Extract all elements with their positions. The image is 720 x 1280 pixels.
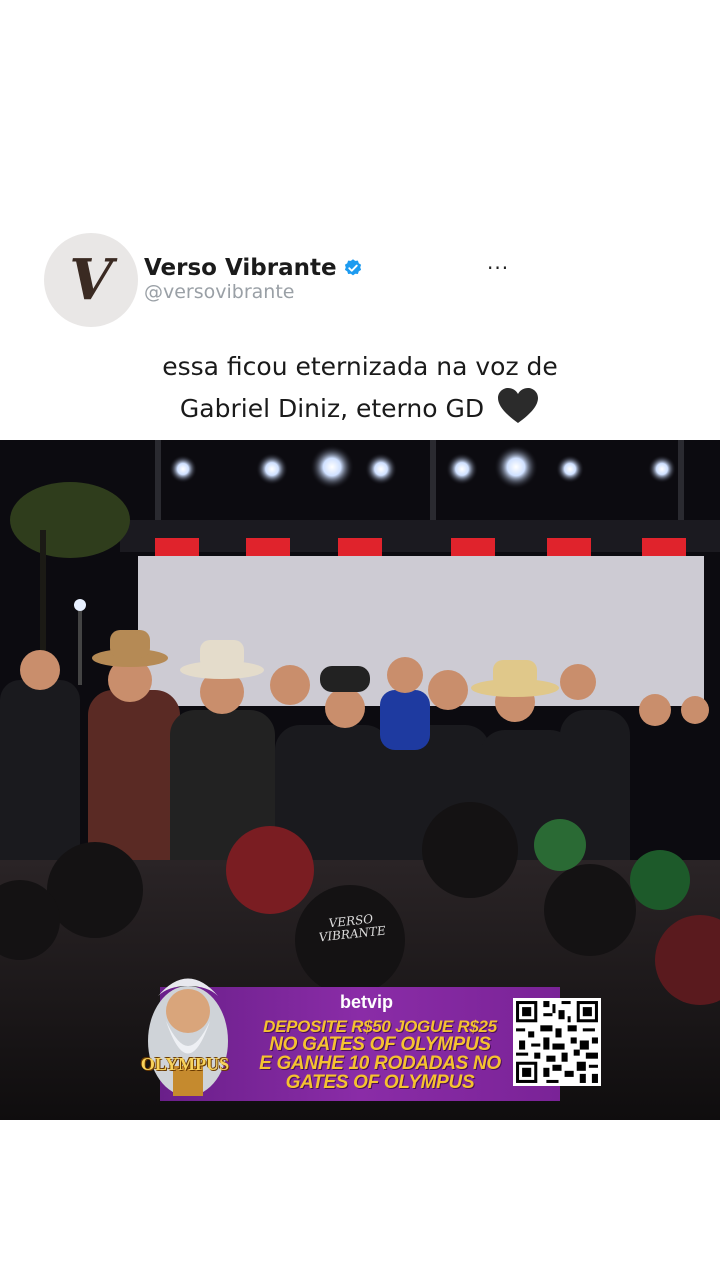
caption-line-1: essa ficou eternizada na voz de (162, 352, 558, 381)
ad-line-2: NO GATES OF OLYMPUS (269, 1034, 491, 1055)
author-name-row: Verso Vibrante (144, 255, 363, 281)
ad-line-4: GATES OF OLYMPUS (285, 1072, 475, 1093)
caption-line-2-text: Gabriel Diniz, eterno GD (179, 394, 485, 423)
ad-line-3: E GANHE 10 RODADAS NO (259, 1053, 501, 1074)
post-header: V Verso Vibrante @versovibrante ··· essa… (0, 0, 720, 440)
video-player[interactable]: VERSO VIBRANTE betvip DEPOSITE R$50 JOGU… (0, 440, 720, 1120)
user-handle[interactable]: @versovibrante (144, 281, 295, 303)
zeus-character-image (148, 978, 228, 1096)
caption-line-2: Gabriel Diniz, eterno GD (0, 387, 720, 429)
avatar[interactable]: V (44, 233, 138, 327)
avatar-logo: V (69, 247, 113, 313)
qr-code-icon[interactable] (513, 998, 601, 1086)
game-logo: OLYMPUS (140, 1054, 230, 1074)
display-name[interactable]: Verso Vibrante (144, 255, 337, 281)
ad-brand: betvip (340, 992, 394, 1012)
black-heart-icon (498, 388, 539, 423)
more-options-icon[interactable]: ··· (487, 256, 509, 280)
verified-badge-icon (344, 259, 361, 276)
